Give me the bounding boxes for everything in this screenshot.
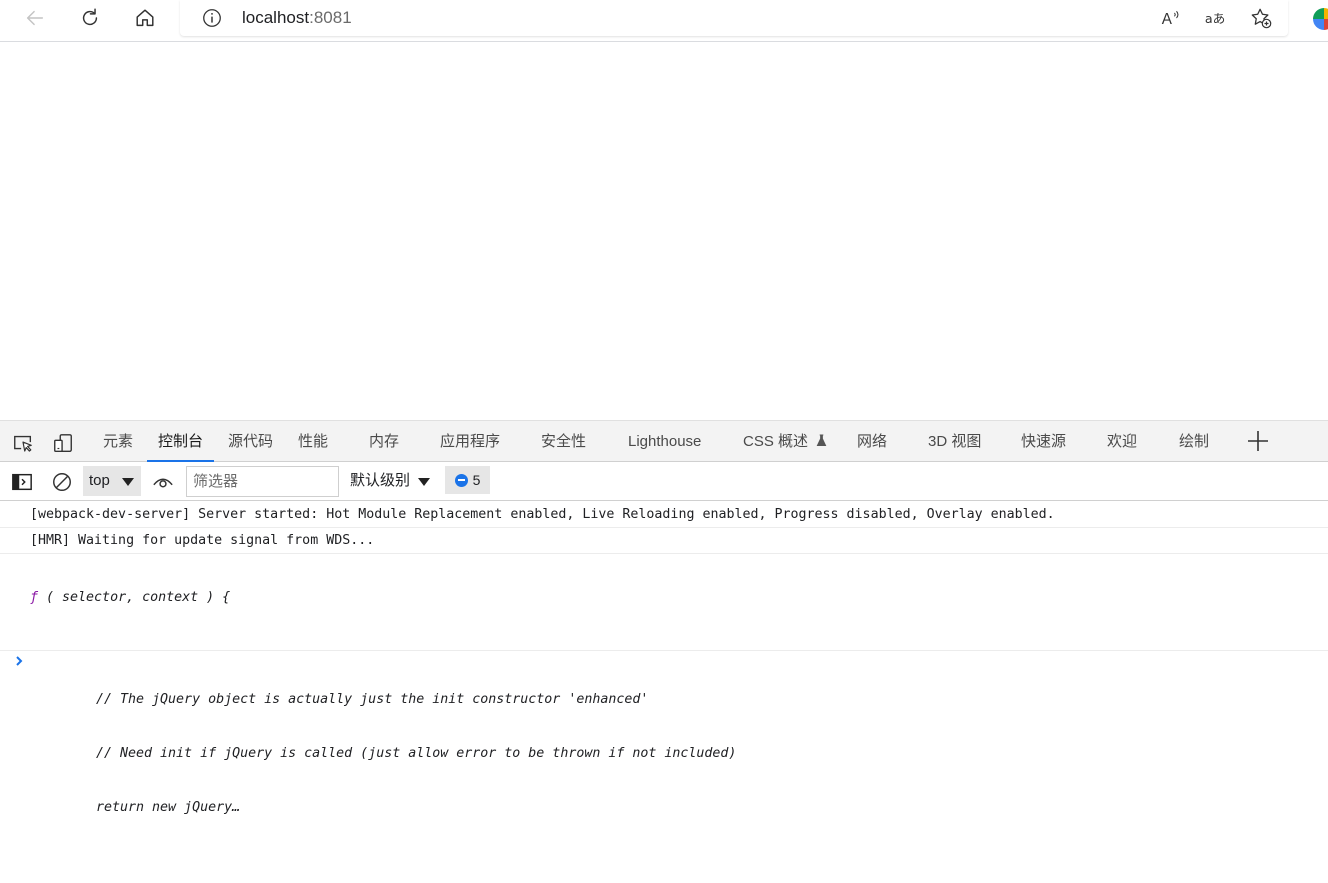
tab-rendering[interactable]: 绘制: [1179, 421, 1209, 461]
profile-avatar[interactable]: [1313, 8, 1328, 30]
translate-button[interactable]: aあ: [1202, 6, 1228, 30]
read-aloud-button[interactable]: A: [1158, 6, 1184, 30]
function-signature: ( selector, context ) {: [38, 590, 231, 605]
back-arrow-icon: [26, 10, 44, 26]
context-selector-value: top: [89, 472, 110, 489]
tab-elements[interactable]: 元素: [103, 421, 133, 461]
live-expression-eye-icon[interactable]: [152, 471, 174, 493]
url-text[interactable]: localhost:8081: [242, 8, 352, 28]
tab-quick-source[interactable]: 快速源: [1021, 421, 1066, 461]
console-message: [webpack-dev-server] Server started: Hot…: [0, 502, 1328, 528]
console-function-preview[interactable]: ƒ ( selector, context ) { // The jQuery …: [0, 554, 1328, 815]
console-messages: [webpack-dev-server] Server started: Hot…: [0, 502, 1328, 815]
function-body: // The jQuery object is actually just th…: [30, 655, 1328, 853]
back-button[interactable]: [19, 4, 51, 32]
devtools-panel: 元素 控制台 源代码 性能 内存 应用程序 安全性 Lighthouse CSS…: [0, 420, 1328, 815]
url-host: localhost: [242, 8, 310, 27]
issues-counter-button[interactable]: 5: [445, 466, 490, 494]
console-filter-input[interactable]: [186, 466, 339, 497]
refresh-button[interactable]: [74, 4, 106, 32]
function-f-symbol: ƒ: [30, 590, 39, 605]
function-body-line: // Need init if jQuery is called (just a…: [96, 746, 737, 761]
favorite-add-button[interactable]: [1248, 6, 1274, 30]
tab-console[interactable]: 控制台: [146, 421, 215, 462]
devtools-tab-bar: 元素 控制台 源代码 性能 内存 应用程序 安全性 Lighthouse CSS…: [0, 421, 1328, 462]
address-bar[interactable]: localhost:8081: [180, 0, 1288, 36]
function-body-line: // The jQuery object is actually just th…: [96, 692, 649, 707]
issues-count: 5: [472, 472, 481, 488]
read-aloud-glyph: A: [1162, 11, 1173, 28]
console-prompt-chevron-icon[interactable]: [14, 652, 26, 670]
device-toolbar-button[interactable]: [51, 431, 75, 455]
inspect-element-button[interactable]: [11, 431, 35, 455]
translate-icon: aあ: [1205, 11, 1225, 26]
message-bubble-icon: [454, 473, 468, 487]
tab-sources[interactable]: 源代码: [228, 421, 273, 461]
refresh-icon: [82, 8, 98, 26]
experiment-flask-icon: [816, 434, 827, 446]
add-tool-plus-icon[interactable]: [1246, 429, 1270, 453]
home-icon: [136, 9, 154, 27]
tab-3d-view[interactable]: 3D 视图: [928, 421, 981, 461]
sidebar-toggle-icon[interactable]: [11, 471, 33, 493]
tab-application[interactable]: 应用程序: [440, 421, 500, 461]
home-button[interactable]: [129, 4, 161, 32]
info-icon[interactable]: [201, 7, 223, 29]
context-selector[interactable]: top: [83, 466, 141, 496]
tab-memory[interactable]: 内存: [369, 421, 399, 461]
read-aloud-icon: A: [1162, 10, 1179, 28]
tab-lighthouse[interactable]: Lighthouse: [628, 421, 701, 461]
function-body-line: return new jQuery…: [96, 800, 241, 815]
tab-css-overview[interactable]: CSS 概述: [743, 421, 827, 461]
function-signature-line: ƒ ( selector, context ) {: [30, 589, 1328, 607]
favorite-add-icon: [1251, 8, 1272, 29]
url-port: :8081: [309, 8, 352, 27]
chevron-down-icon: [418, 478, 431, 486]
chevron-down-icon: [122, 478, 134, 486]
console-toolbar: top 默认级别 5: [0, 462, 1328, 501]
tab-welcome[interactable]: 欢迎: [1107, 421, 1137, 461]
browser-toolbar: localhost:8081 A aあ: [0, 0, 1328, 42]
page-viewport: [0, 43, 1328, 420]
translate-glyph: aあ: [1205, 11, 1225, 26]
log-level-selector[interactable]: 默认级别: [350, 466, 432, 496]
console-message: [HMR] Waiting for update signal from WDS…: [0, 528, 1328, 554]
device-emulation-icon: [54, 434, 72, 452]
tab-network[interactable]: 网络: [857, 421, 887, 461]
inspect-icon: [14, 435, 32, 452]
tab-performance[interactable]: 性能: [298, 421, 328, 461]
log-level-value: 默认级别: [350, 472, 411, 489]
tab-css-overview-label: CSS 概述: [743, 433, 809, 450]
clear-console-icon[interactable]: [51, 471, 73, 493]
tab-security[interactable]: 安全性: [541, 421, 586, 461]
